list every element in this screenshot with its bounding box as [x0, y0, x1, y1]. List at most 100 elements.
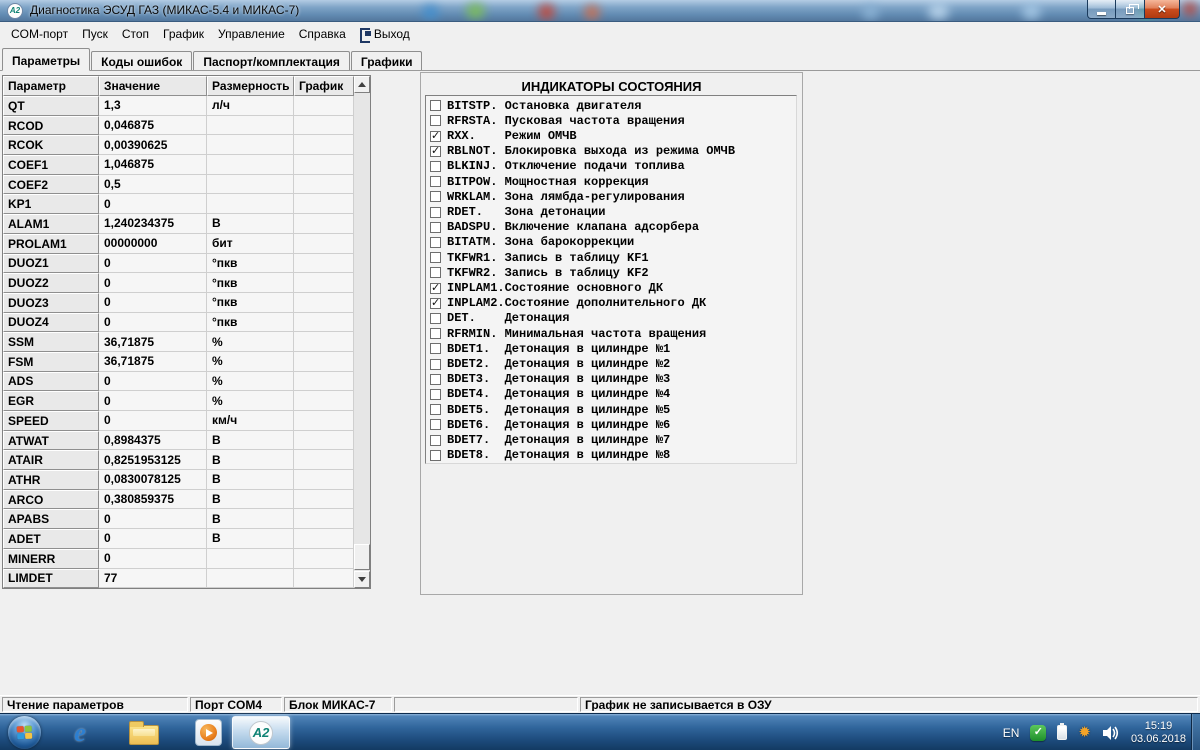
table-row[interactable]: ADET 0 В — [3, 529, 354, 549]
indicator-row[interactable]: RDET. Зона детонации — [426, 204, 796, 219]
checkbox[interactable] — [430, 100, 441, 111]
checkbox[interactable] — [430, 146, 441, 157]
checkbox[interactable] — [430, 389, 441, 400]
scroll-thumb[interactable] — [354, 544, 370, 570]
checkbox[interactable] — [430, 207, 441, 218]
indicator-row[interactable]: BDET2. Детонация в цилиндре №2 — [426, 356, 796, 371]
table-row[interactable]: MINERR 0 — [3, 549, 354, 569]
tab[interactable]: Коды ошибок — [91, 51, 192, 70]
minimize-button[interactable] — [1087, 0, 1116, 19]
table-row[interactable]: EGR 0 % — [3, 391, 354, 411]
start-button[interactable] — [8, 716, 41, 749]
indicator-row[interactable]: BLKINJ. Отключение подачи топлива — [426, 159, 796, 174]
indicator-row[interactable]: BITATM. Зона барокоррекции — [426, 235, 796, 250]
close-button[interactable]: ✕ — [1145, 0, 1180, 19]
table-row[interactable]: COEF1 1,046875 — [3, 155, 354, 175]
table-row[interactable]: RCOD 0,046875 — [3, 116, 354, 136]
table-row[interactable]: ATWAT 0,8984375 В — [3, 431, 354, 451]
menu-item-exit[interactable]: Выход — [353, 24, 416, 44]
indicator-row[interactable]: INPLAM1. Состояние основного ДК — [426, 280, 796, 295]
indicator-row[interactable]: BDET1. Детонация в цилиндре №1 — [426, 341, 796, 356]
checkbox[interactable] — [430, 283, 441, 294]
checkbox[interactable] — [430, 435, 441, 446]
indicator-row[interactable]: BDET6. Детонация в цилиндре №6 — [426, 417, 796, 432]
table-row[interactable]: KP1 0 — [3, 194, 354, 214]
show-desktop-button[interactable] — [1191, 714, 1200, 750]
language-indicator[interactable]: EN — [1003, 726, 1020, 740]
table-row[interactable]: RCOK 0,00390625 — [3, 135, 354, 155]
checkbox[interactable] — [430, 115, 441, 126]
checkbox[interactable] — [430, 191, 441, 202]
indicator-row[interactable]: RBLNOT. Блокировка выхода из режима ОМЧВ — [426, 144, 796, 159]
taskbar-item-a2-app-active[interactable]: A2 — [232, 716, 290, 749]
table-row[interactable]: DUOZ4 0 °пкв — [3, 313, 354, 333]
checkbox[interactable] — [430, 298, 441, 309]
indicator-row[interactable]: BDET5. Детонация в цилиндре №5 — [426, 402, 796, 417]
checkbox[interactable] — [430, 450, 441, 461]
indicator-row[interactable]: BDET8. Детонация в цилиндре №8 — [426, 448, 796, 463]
checkbox[interactable] — [430, 252, 441, 263]
table-row[interactable]: ATAIR 0,8251953125 В — [3, 450, 354, 470]
tab[interactable]: Паспорт/комплектация — [193, 51, 350, 70]
menu-item[interactable]: Справка — [292, 24, 353, 44]
volume-icon[interactable] — [1102, 725, 1120, 741]
column-header[interactable]: Значение — [99, 76, 207, 96]
table-row[interactable]: ALAM1 1,240234375 В — [3, 214, 354, 234]
clock[interactable]: 15:19 03.06.2018 — [1131, 720, 1186, 746]
menu-item[interactable]: Стоп — [115, 24, 156, 44]
table-row[interactable]: DUOZ3 0 °пкв — [3, 293, 354, 313]
checkbox[interactable] — [430, 313, 441, 324]
column-header[interactable]: Параметр — [3, 76, 99, 96]
checkbox[interactable] — [430, 176, 441, 187]
checkbox[interactable] — [430, 374, 441, 385]
menu-item[interactable]: Управление — [211, 24, 292, 44]
checkbox[interactable] — [430, 131, 441, 142]
checkbox[interactable] — [430, 404, 441, 415]
indicator-row[interactable]: BITSTP. Остановка двигателя — [426, 98, 796, 113]
table-row[interactable]: DUOZ1 0 °пкв — [3, 254, 354, 274]
menu-item[interactable]: График — [156, 24, 211, 44]
table-row[interactable]: SPEED 0 км/ч — [3, 411, 354, 431]
indicator-row[interactable]: INPLAM2. Состояние дополнительного ДК — [426, 296, 796, 311]
indicator-row[interactable]: RFRMIN. Минимальная частота вращения — [426, 326, 796, 341]
indicator-row[interactable]: TKFWR2. Запись в таблицу KF2 — [426, 265, 796, 280]
indicator-row[interactable]: DET. Детонация — [426, 311, 796, 326]
menu-item[interactable]: COM-порт — [4, 24, 75, 44]
checkbox[interactable] — [430, 161, 441, 172]
checkbox[interactable] — [430, 328, 441, 339]
checkbox[interactable] — [430, 359, 441, 370]
tab[interactable]: Параметры — [2, 48, 90, 71]
scroll-up-button[interactable] — [354, 76, 370, 93]
taskbar-item-media-player[interactable] — [188, 717, 228, 748]
table-row[interactable]: PROLAM1 00000000 бит — [3, 234, 354, 254]
taskbar-item-explorer[interactable] — [124, 717, 164, 748]
table-row[interactable]: DUOZ2 0 °пкв — [3, 273, 354, 293]
column-header[interactable]: Размерность — [207, 76, 294, 96]
table-row[interactable]: FSM 36,71875 % — [3, 352, 354, 372]
tab[interactable]: Графики — [351, 51, 423, 70]
menu-item[interactable]: Пуск — [75, 24, 115, 44]
table-row[interactable]: APABS 0 В — [3, 509, 354, 529]
table-row[interactable]: ATHR 0,0830078125 В — [3, 470, 354, 490]
scroll-down-button[interactable] — [354, 571, 370, 588]
checkbox[interactable] — [430, 222, 441, 233]
checkbox[interactable] — [430, 267, 441, 278]
table-row[interactable]: SSM 36,71875 % — [3, 332, 354, 352]
table-row[interactable]: QT 1,3 л/ч — [3, 96, 354, 116]
indicator-row[interactable]: TKFWR1. Запись в таблицу KF1 — [426, 250, 796, 265]
indicator-row[interactable]: WRKLAM. Зона лямбда-регулирования — [426, 189, 796, 204]
network-alert-icon[interactable]: ✹ — [1078, 725, 1091, 740]
restore-button[interactable] — [1116, 0, 1145, 19]
indicator-row[interactable]: BDET3. Детонация в цилиндре №3 — [426, 372, 796, 387]
health-check-icon[interactable]: ✓ — [1030, 725, 1046, 741]
table-row[interactable]: ADS 0 % — [3, 372, 354, 392]
app-icon[interactable]: A2 — [7, 3, 23, 19]
checkbox[interactable] — [430, 343, 441, 354]
indicator-row[interactable]: BADSPU. Включение клапана адсорбера — [426, 220, 796, 235]
table-row[interactable]: ARCO 0,380859375 В — [3, 490, 354, 510]
checkbox[interactable] — [430, 237, 441, 248]
battery-icon[interactable] — [1057, 725, 1067, 740]
taskbar-item-internet-explorer[interactable]: e — [60, 717, 100, 748]
indicator-row[interactable]: RFRSTA. Пусковая частота вращения — [426, 113, 796, 128]
table-row[interactable]: LIMDET 77 — [3, 569, 354, 589]
